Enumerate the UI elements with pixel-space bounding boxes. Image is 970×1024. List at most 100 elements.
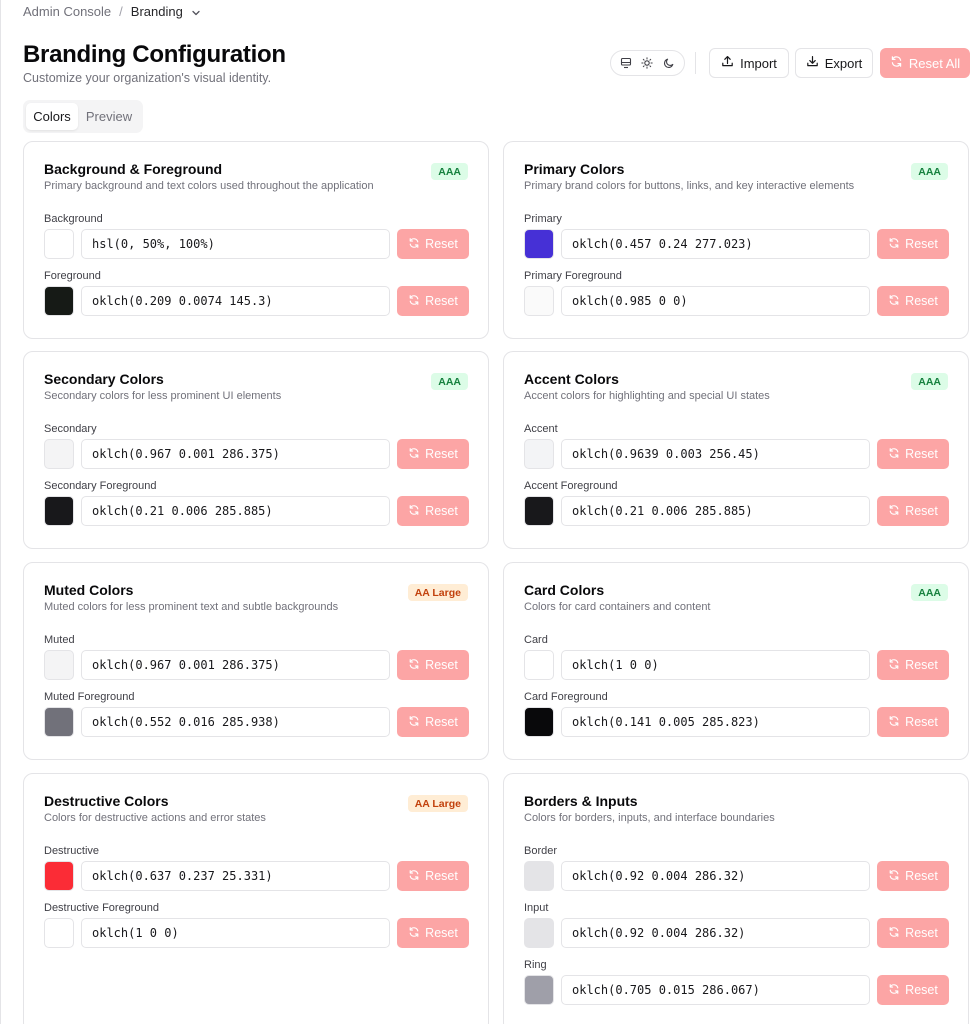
- card-reset-button[interactable]: Reset: [877, 650, 949, 680]
- destructive-foreground-swatch[interactable]: [44, 918, 74, 948]
- foreground-input[interactable]: oklch(0.209 0.0074 145.3): [81, 286, 390, 316]
- card-swatch[interactable]: [524, 650, 554, 680]
- muted-foreground-input[interactable]: oklch(0.552 0.016 285.938): [81, 707, 390, 737]
- muted-swatch[interactable]: [44, 650, 74, 680]
- muted-foreground-swatch[interactable]: [44, 707, 74, 737]
- secondary-swatch[interactable]: [44, 439, 74, 469]
- card-title: Background & Foreground: [44, 161, 223, 177]
- refresh-icon: [888, 237, 900, 252]
- input-swatch[interactable]: [524, 918, 554, 948]
- system-theme-icon[interactable]: [617, 54, 635, 72]
- background-swatch[interactable]: [44, 229, 74, 259]
- accent-reset-button[interactable]: Reset: [877, 439, 949, 469]
- border-reset-button[interactable]: Reset: [877, 861, 949, 891]
- background-reset-button[interactable]: Reset: [397, 229, 469, 259]
- tab-preview[interactable]: Preview: [78, 103, 140, 130]
- ring-reset-button[interactable]: Reset: [877, 975, 949, 1005]
- secondary-foreground-swatch[interactable]: [44, 496, 74, 526]
- reset-label: Reset: [905, 926, 938, 940]
- refresh-icon: [888, 294, 900, 309]
- refresh-icon: [888, 926, 900, 941]
- sun-icon[interactable]: [638, 54, 656, 72]
- background-input[interactable]: hsl(0, 50%, 100%): [81, 229, 390, 259]
- breadcrumb-root[interactable]: Admin Console: [23, 4, 111, 19]
- destructive-reset-button[interactable]: Reset: [397, 861, 469, 891]
- card-title: Muted Colors: [44, 582, 134, 598]
- destructive-swatch[interactable]: [44, 861, 74, 891]
- secondary-foreground-input[interactable]: oklch(0.21 0.006 285.885): [81, 496, 390, 526]
- primary-input[interactable]: oklch(0.457 0.24 277.023): [561, 229, 870, 259]
- input-input[interactable]: oklch(0.92 0.004 286.32): [561, 918, 870, 948]
- accent-foreground-swatch[interactable]: [524, 496, 554, 526]
- reset-label: Reset: [425, 447, 458, 461]
- primary-foreground-reset-button[interactable]: Reset: [877, 286, 949, 316]
- foreground-reset-button[interactable]: Reset: [397, 286, 469, 316]
- ring-swatch[interactable]: [524, 975, 554, 1005]
- tab-colors[interactable]: Colors: [26, 103, 78, 130]
- refresh-icon: [408, 926, 420, 941]
- refresh-icon: [408, 237, 420, 252]
- refresh-icon: [888, 869, 900, 884]
- accent-foreground-input[interactable]: oklch(0.21 0.006 285.885): [561, 496, 870, 526]
- muted-foreground-reset-button[interactable]: Reset: [397, 707, 469, 737]
- card-destructive-colors: Destructive Colors Colors for destructive…: [23, 773, 489, 1024]
- primary-swatch[interactable]: [524, 229, 554, 259]
- destructive-input[interactable]: oklch(0.637 0.237 25.331): [81, 861, 390, 891]
- muted-input[interactable]: oklch(0.967 0.001 286.375): [81, 650, 390, 680]
- export-button[interactable]: Export: [795, 48, 873, 78]
- secondary-label: Secondary: [44, 423, 97, 435]
- card-title: Secondary Colors: [44, 371, 164, 387]
- card-foreground-reset-button[interactable]: Reset: [877, 707, 949, 737]
- upload-icon: [721, 55, 734, 71]
- reset-label: Reset: [905, 294, 938, 308]
- breadcrumb-current[interactable]: Branding: [131, 4, 183, 19]
- accent-swatch[interactable]: [524, 439, 554, 469]
- download-icon: [806, 55, 819, 71]
- input-label: Input: [524, 902, 549, 914]
- ring-input[interactable]: oklch(0.705 0.015 286.067): [561, 975, 870, 1005]
- secondary-reset-button[interactable]: Reset: [397, 439, 469, 469]
- accent-foreground-reset-button[interactable]: Reset: [877, 496, 949, 526]
- border-swatch[interactable]: [524, 861, 554, 891]
- primary-reset-button[interactable]: Reset: [877, 229, 949, 259]
- accent-label: Accent: [524, 423, 558, 435]
- contrast-badge: AAA: [431, 163, 468, 180]
- destructive-foreground-input[interactable]: oklch(1 0 0): [81, 918, 390, 948]
- reset-label: Reset: [905, 715, 938, 729]
- reset-all-button[interactable]: Reset All: [880, 48, 970, 78]
- destructive-label: Destructive: [44, 845, 100, 857]
- card-foreground-input[interactable]: oklch(0.141 0.005 285.823): [561, 707, 870, 737]
- muted-reset-button[interactable]: Reset: [397, 650, 469, 680]
- import-button[interactable]: Import: [709, 48, 789, 78]
- card-description: Colors for destructive actions and error…: [44, 812, 266, 824]
- input-reset-button[interactable]: Reset: [877, 918, 949, 948]
- ring-label: Ring: [524, 959, 547, 971]
- card-primary-colors: Primary Colors Primary brand colors for b…: [503, 141, 969, 339]
- chevron-down-icon[interactable]: [191, 6, 201, 16]
- destructive-foreground-reset-button[interactable]: Reset: [397, 918, 469, 948]
- muted-foreground-label: Muted Foreground: [44, 691, 135, 703]
- contrast-badge: AAA: [911, 584, 948, 601]
- secondary-input[interactable]: oklch(0.967 0.001 286.375): [81, 439, 390, 469]
- app-frame: Admin Console / Branding Branding Config…: [0, 0, 970, 1024]
- primary-foreground-input[interactable]: oklch(0.985 0 0): [561, 286, 870, 316]
- secondary-foreground-reset-button[interactable]: Reset: [397, 496, 469, 526]
- foreground-swatch[interactable]: [44, 286, 74, 316]
- primary-foreground-swatch[interactable]: [524, 286, 554, 316]
- reset-label: Reset: [425, 237, 458, 251]
- page-title: Branding Configuration: [23, 41, 286, 68]
- card-secondary-colors: Secondary Colors Secondary colors for les…: [23, 351, 489, 549]
- card-input[interactable]: oklch(1 0 0): [561, 650, 870, 680]
- reset-label: Reset: [425, 869, 458, 883]
- accent-foreground-label: Accent Foreground: [524, 480, 618, 492]
- border-input[interactable]: oklch(0.92 0.004 286.32): [561, 861, 870, 891]
- refresh-icon: [890, 55, 903, 71]
- card-foreground-swatch[interactable]: [524, 707, 554, 737]
- accent-input[interactable]: oklch(0.9639 0.003 256.45): [561, 439, 870, 469]
- reset-all-label: Reset All: [908, 55, 961, 71]
- reset-label: Reset: [905, 658, 938, 672]
- contrast-badge: AA Large: [407, 584, 468, 601]
- reset-label: Reset: [425, 926, 458, 940]
- breadcrumb: Admin Console / Branding: [23, 4, 201, 19]
- moon-icon[interactable]: [660, 54, 678, 72]
